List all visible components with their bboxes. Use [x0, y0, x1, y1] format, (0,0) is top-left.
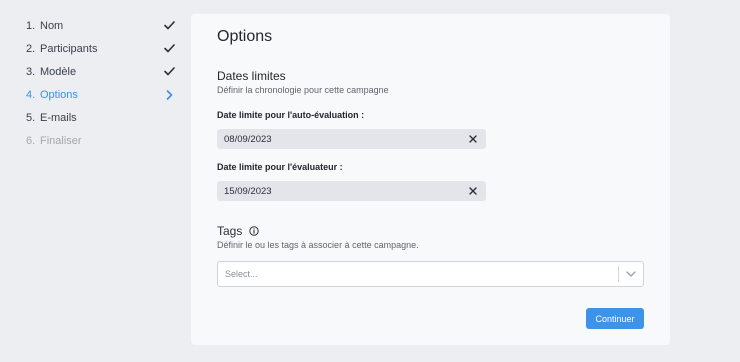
- clear-icon[interactable]: [468, 134, 478, 144]
- tags-description: Définir le ou les tags à associer à cett…: [217, 240, 419, 250]
- step-options[interactable]: 4. Options: [26, 83, 176, 106]
- step-label: Participants: [40, 42, 98, 55]
- tags-select-placeholder: Select...: [225, 269, 258, 279]
- step-participants[interactable]: 2. Participants: [26, 37, 176, 60]
- step-number: 6.: [26, 134, 36, 147]
- tags-select[interactable]: Select...: [217, 261, 644, 287]
- step-label: Finaliser: [40, 134, 82, 147]
- tags-title: Tags: [217, 224, 243, 238]
- evaluator-deadline-label: Date limite pour l'évaluateur :: [217, 162, 343, 172]
- deadlines-description: Définir la chronologie pour cette campag…: [217, 85, 389, 95]
- self-eval-deadline-field[interactable]: 08/09/2023: [217, 129, 486, 149]
- options-panel: Options Dates limites Définir la chronol…: [191, 14, 670, 345]
- tags-title-row: Tags: [217, 224, 260, 238]
- page-title: Options: [217, 28, 273, 45]
- self-eval-deadline-value: 08/09/2023: [224, 133, 272, 145]
- step-number: 4.: [26, 88, 36, 101]
- check-icon: [162, 65, 176, 79]
- step-number: 2.: [26, 42, 36, 55]
- step-finaliser: 6. Finaliser: [26, 129, 176, 152]
- step-label: Modèle: [40, 65, 77, 78]
- step-number: 1.: [26, 19, 36, 32]
- self-eval-deadline-label: Date limite pour l'auto-évaluation :: [217, 110, 365, 120]
- step-modele[interactable]: 3. Modèle: [26, 60, 176, 83]
- step-number: 5.: [26, 111, 36, 124]
- step-number: 3.: [26, 65, 36, 78]
- check-icon: [162, 19, 176, 33]
- chevron-right-icon: [162, 88, 176, 102]
- step-emails[interactable]: 5. E-mails: [26, 106, 176, 129]
- continue-button[interactable]: Continuer: [586, 308, 644, 329]
- info-icon[interactable]: [249, 226, 260, 236]
- step-label: E-mails: [40, 111, 77, 124]
- step-label: Nom: [40, 19, 64, 32]
- step-label: Options: [40, 88, 78, 101]
- deadlines-title: Dates limites: [217, 69, 286, 83]
- clear-icon[interactable]: [468, 186, 478, 196]
- evaluator-deadline-value: 15/09/2023: [224, 185, 272, 197]
- chevron-down-icon[interactable]: [619, 271, 643, 277]
- step-nom[interactable]: 1. Nom: [26, 14, 176, 37]
- evaluator-deadline-field[interactable]: 15/09/2023: [217, 181, 486, 201]
- check-icon: [162, 42, 176, 56]
- step-list: 1. Nom 2. Participants 3. Modèle 4. Opti…: [26, 14, 176, 152]
